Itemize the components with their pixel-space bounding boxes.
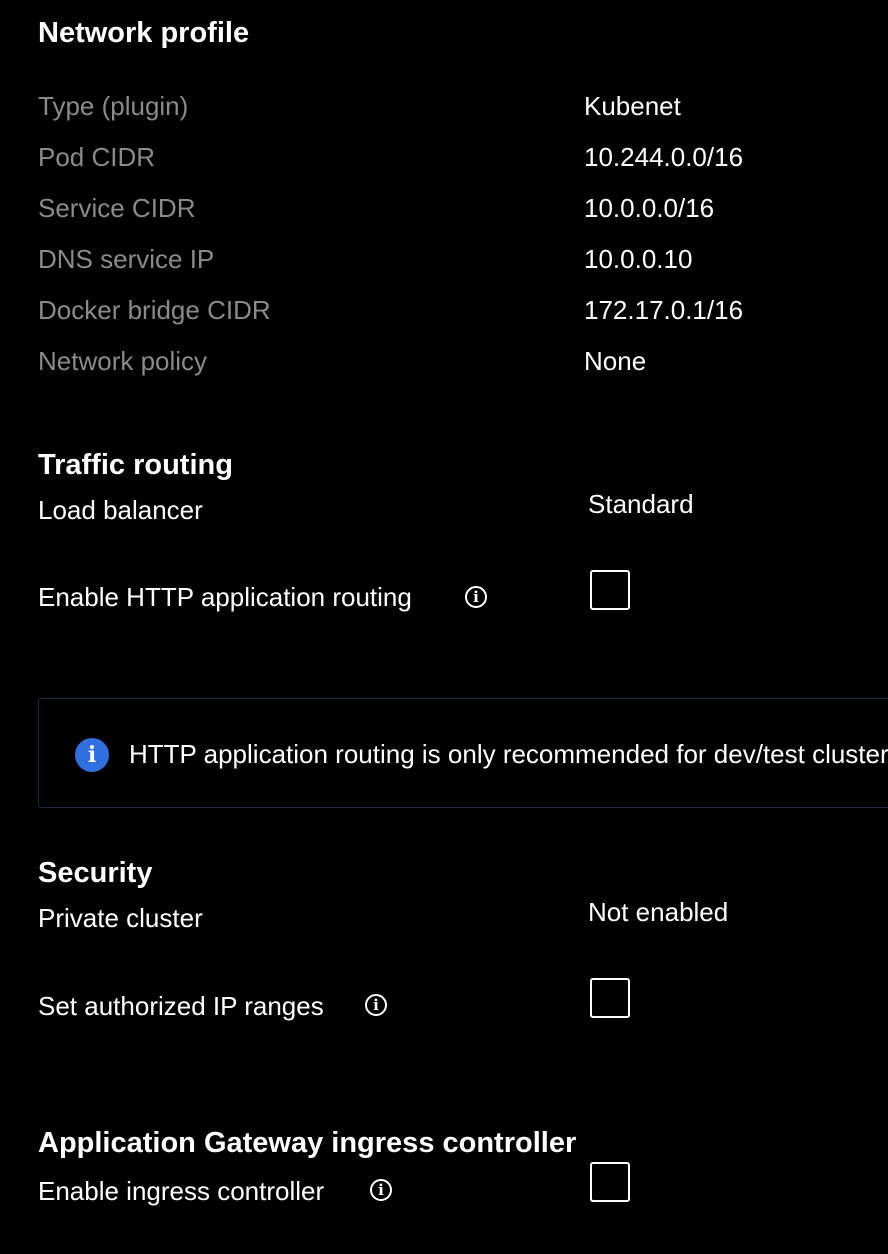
info-banner: i HTTP application routing is only recom… (38, 698, 888, 808)
network-policy-value: None (584, 346, 647, 376)
enable-ingress-checkbox[interactable] (590, 1162, 630, 1202)
type-plugin-value: Kubenet (584, 91, 681, 121)
info-icon[interactable]: i (465, 586, 487, 608)
private-cluster-label: Private cluster (38, 903, 203, 933)
dns-service-ip-label: DNS service IP (38, 244, 215, 274)
pod-cidr-label: Pod CIDR (38, 142, 156, 172)
authorized-ip-label: Set authorized IP ranges (38, 991, 324, 1021)
info-icon[interactable]: i (370, 1179, 392, 1201)
info-banner-text: HTTP application routing is only recomme… (129, 739, 888, 769)
traffic-routing-title: Traffic routing (38, 449, 233, 481)
docker-bridge-cidr-value: 172.17.0.1/16 (584, 295, 744, 325)
dns-service-ip-value: 10.0.0.10 (584, 244, 693, 274)
enable-ingress-label: Enable ingress controller (38, 1176, 325, 1206)
authorized-ip-checkbox[interactable] (590, 978, 630, 1018)
http-routing-checkbox[interactable] (590, 570, 630, 610)
service-cidr-value: 10.0.0.0/16 (584, 193, 715, 223)
app-gateway-title: Application Gateway ingress controller (38, 1127, 577, 1159)
info-filled-icon: i (75, 738, 109, 772)
network-profile-title: Network profile (38, 17, 250, 49)
type-plugin-label: Type (plugin) (38, 91, 189, 121)
docker-bridge-cidr-label: Docker bridge CIDR (38, 295, 271, 325)
private-cluster-value: Not enabled (588, 897, 729, 927)
http-routing-label: Enable HTTP application routing (38, 582, 412, 612)
info-icon[interactable]: i (365, 994, 387, 1016)
load-balancer-value: Standard (588, 489, 694, 519)
network-policy-label: Network policy (38, 346, 208, 376)
pod-cidr-value: 10.244.0.0/16 (584, 142, 744, 172)
load-balancer-label: Load balancer (38, 495, 203, 525)
security-title: Security (38, 857, 153, 889)
service-cidr-label: Service CIDR (38, 193, 196, 223)
